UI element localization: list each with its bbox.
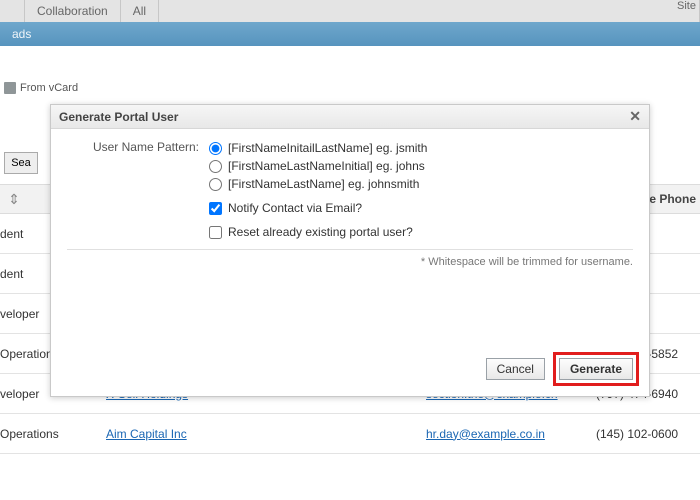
checkbox-reset-label: Reset already existing portal user? — [228, 223, 413, 241]
checkbox-reset[interactable]: Reset already existing portal user? — [209, 223, 633, 241]
highlight-box: Generate — [553, 352, 639, 386]
radio-pattern-2[interactable]: [FirstNameLastNameInitial] eg. johns — [209, 157, 633, 175]
dialog-footer: Cancel Generate — [486, 352, 639, 386]
modal-overlay: Generate Portal User ✕ User Name Pattern… — [0, 0, 700, 500]
close-icon[interactable]: ✕ — [629, 108, 641, 125]
radio-pattern-3[interactable]: [FirstNameLastName] eg. johnsmith — [209, 175, 633, 193]
radio-pattern-3-label: [FirstNameLastName] eg. johnsmith — [228, 175, 419, 193]
radio-pattern-1[interactable]: [FirstNameInitailLastName] eg. jsmith — [209, 139, 633, 157]
generate-button[interactable]: Generate — [559, 358, 633, 380]
cancel-button[interactable]: Cancel — [486, 358, 545, 380]
checkbox-notify-label: Notify Contact via Email? — [228, 199, 362, 217]
radio-pattern-2-label: [FirstNameLastNameInitial] eg. johns — [228, 157, 425, 175]
checkbox-notify[interactable]: Notify Contact via Email? — [209, 199, 633, 217]
generate-portal-user-dialog: Generate Portal User ✕ User Name Pattern… — [50, 104, 650, 397]
divider — [67, 249, 633, 250]
dialog-header: Generate Portal User ✕ — [51, 105, 649, 129]
label-username-pattern: User Name Pattern: — [67, 139, 209, 154]
radio-pattern-1-label: [FirstNameInitailLastName] eg. jsmith — [228, 139, 427, 157]
checkbox-notify-input[interactable] — [209, 202, 222, 215]
radio-pattern-2-input[interactable] — [209, 160, 222, 173]
radio-pattern-3-input[interactable] — [209, 178, 222, 191]
radio-pattern-1-input[interactable] — [209, 142, 222, 155]
checkbox-reset-input[interactable] — [209, 226, 222, 239]
dialog-title: Generate Portal User — [59, 110, 178, 124]
whitespace-note: * Whitespace will be trimmed for usernam… — [67, 256, 633, 268]
